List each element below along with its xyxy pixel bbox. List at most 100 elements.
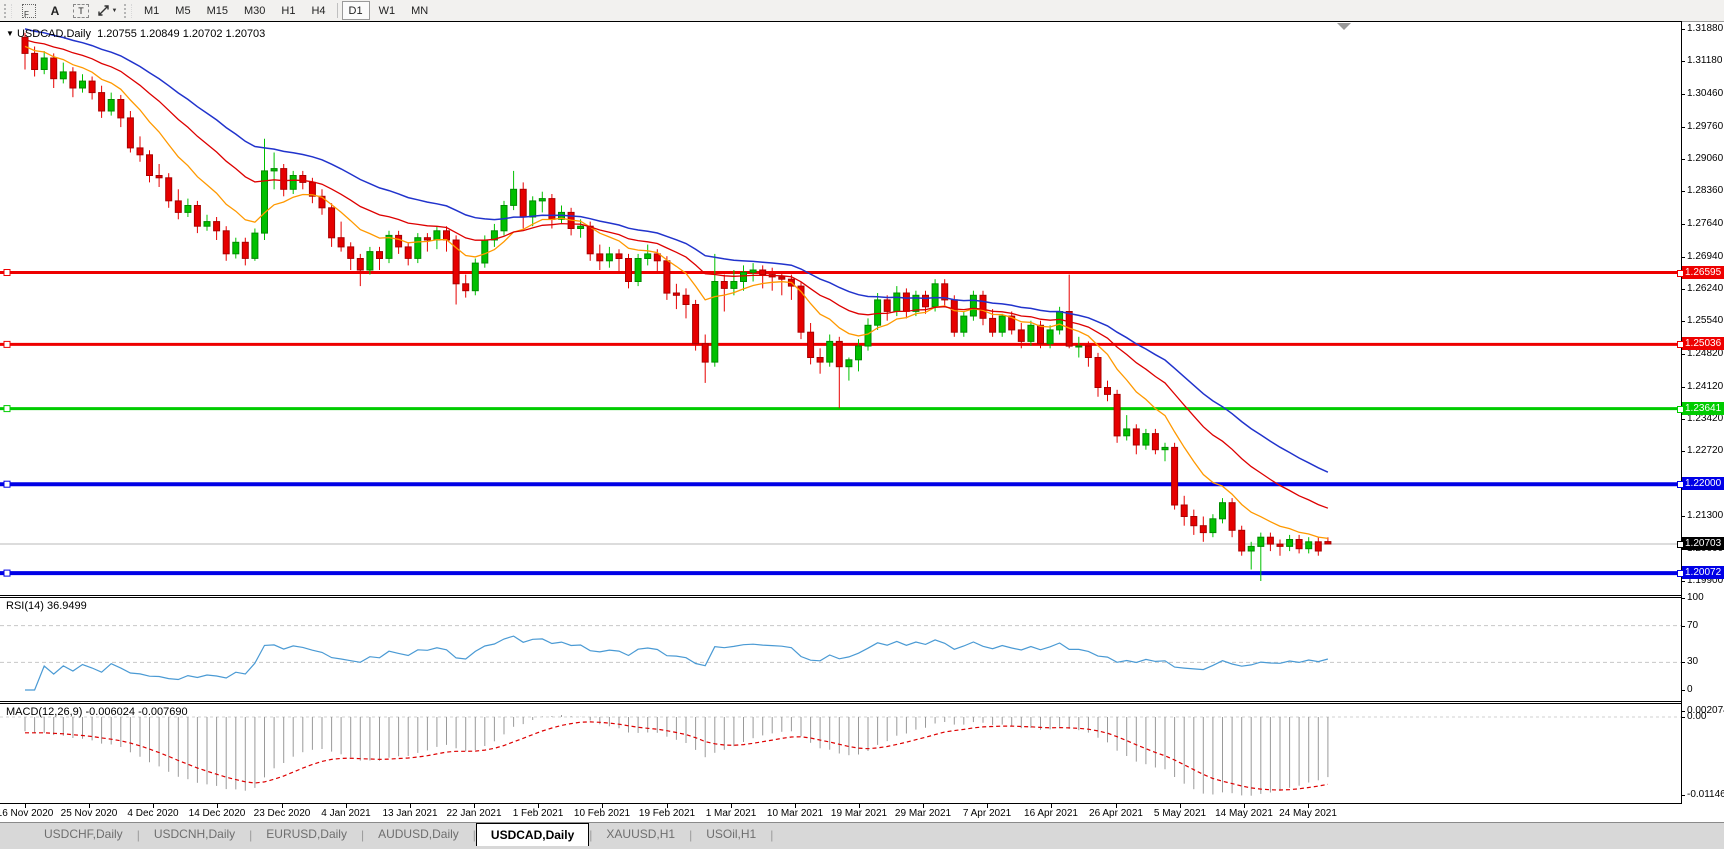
timeframe-button-mn[interactable]: MN xyxy=(404,1,435,20)
axis-tick xyxy=(1681,354,1685,355)
rsi-tick: 70 xyxy=(1687,620,1699,631)
hline-anchor[interactable] xyxy=(3,569,11,577)
badge-anchor[interactable] xyxy=(1677,570,1684,577)
chart-shift-marker-icon[interactable] xyxy=(1337,23,1351,30)
ma-slow-line xyxy=(24,28,1329,473)
price-badge-1.25036[interactable]: 1.25036 xyxy=(1677,337,1724,350)
chart-symbol-label: USDCAD,Daily xyxy=(16,28,91,40)
letter-t-glyph: T xyxy=(73,3,89,18)
hline-anchor[interactable] xyxy=(3,480,11,488)
snap-grid-glyph: F xyxy=(22,3,36,19)
chart-tab-eurusd-daily[interactable]: EURUSD,Daily xyxy=(252,823,361,845)
badge-anchor[interactable] xyxy=(1677,406,1684,413)
toolbar-grip[interactable] xyxy=(4,3,12,18)
rsi-line xyxy=(25,635,1329,691)
snap-grid-icon[interactable]: F xyxy=(17,1,41,21)
axis-tick xyxy=(1681,191,1685,192)
axis-tick xyxy=(1681,581,1685,582)
chart-tab-xauusd-h1[interactable]: XAUUSD,H1 xyxy=(592,823,689,845)
price-tick: 1.22720 xyxy=(1687,445,1724,456)
timeframe-button-h1[interactable]: H1 xyxy=(274,1,302,20)
timeframe-button-m30[interactable]: M30 xyxy=(237,1,272,20)
rsi-tick: 100 xyxy=(1687,592,1704,603)
price-badge-1.22000[interactable]: 1.22000 xyxy=(1677,477,1724,490)
chart-tab-usdcad-daily[interactable]: USDCAD,Daily xyxy=(475,823,590,846)
date-axis[interactable]: 16 Nov 2020 25 Nov 2020 4 Dec 2020 14 Dec 2… xyxy=(0,804,1682,822)
date-label: 24 May 2021 xyxy=(1279,808,1337,819)
price-tick: 1.30460 xyxy=(1687,88,1724,99)
separator xyxy=(0,595,1682,596)
chart-tab-usdchf-daily[interactable]: USDCHF,Daily xyxy=(30,823,137,845)
timeframe-button-m1[interactable]: M1 xyxy=(137,1,166,20)
price-badge-1.20072[interactable]: 1.20072 xyxy=(1677,566,1724,579)
axis-tick xyxy=(1681,626,1685,627)
timeframe-button-m15[interactable]: M15 xyxy=(200,1,235,20)
price-tick: 1.29060 xyxy=(1687,153,1724,164)
toolbar: F A T ▼ M1 M5 M15 M30 H1 H4 D1 W1 MN xyxy=(0,0,1724,22)
price-tick: 1.31880 xyxy=(1687,23,1724,34)
axis-tick xyxy=(1681,387,1685,388)
timeframe-button-h4[interactable]: H4 xyxy=(304,1,332,20)
toolbar-separator xyxy=(336,3,338,18)
mt-terminal-window: F A T ▼ M1 M5 M15 M30 H1 H4 D1 W1 MN ▼ USDCAD,Da… xyxy=(0,0,1724,849)
axis-tick xyxy=(1681,451,1685,452)
chart-tab-usoil-h1[interactable]: USOil,H1 xyxy=(692,823,770,845)
symbol-dropdown-icon[interactable]: ▼ xyxy=(6,29,14,38)
axis-tick xyxy=(1681,321,1685,322)
text-label-icon[interactable]: A xyxy=(43,1,67,21)
hline-anchor[interactable] xyxy=(3,405,11,413)
price-tick: 1.24120 xyxy=(1687,381,1724,392)
timeframe-button-m5[interactable]: M5 xyxy=(168,1,197,20)
macd-tick-min: -0.011462 xyxy=(1687,789,1724,800)
axis-tick xyxy=(1681,795,1685,796)
axis-tick xyxy=(1681,598,1685,599)
chart-title: ▼ USDCAD,Daily 1.20755 1.20849 1.20702 1… xyxy=(6,28,265,40)
price-tick: 1.26940 xyxy=(1687,251,1724,262)
price-tick: 1.31180 xyxy=(1687,55,1723,66)
chart-tab-audusd-daily[interactable]: AUDUSD,Daily xyxy=(364,823,473,845)
toolbar-grip-2[interactable] xyxy=(124,3,132,18)
macd-signal-line xyxy=(25,721,1329,791)
chart-tab-usdcnh-daily[interactable]: USDCNH,Daily xyxy=(140,823,249,845)
axis-tick xyxy=(1681,127,1685,128)
price-tick: 1.21300 xyxy=(1687,510,1724,521)
draw-arrows-icon[interactable]: ▼ xyxy=(95,1,119,21)
hline-anchor[interactable] xyxy=(3,269,11,276)
axis-tick xyxy=(1681,289,1685,290)
rsi-tick: 30 xyxy=(1687,656,1699,667)
current-price-badge[interactable]: 1.20703 xyxy=(1677,537,1724,550)
timeframe-button-w1[interactable]: W1 xyxy=(372,1,403,20)
tab-separator: | xyxy=(770,827,774,842)
badge-anchor[interactable] xyxy=(1677,270,1684,277)
badge-anchor[interactable] xyxy=(1677,541,1684,548)
price-tick: 1.28360 xyxy=(1687,185,1724,196)
axis-tick xyxy=(1681,662,1685,663)
macd-indicator-label: MACD(12,26,9) -0.006024 -0.007690 xyxy=(6,706,188,718)
axis-tick xyxy=(1681,94,1685,95)
axis-tick xyxy=(1681,516,1685,517)
price-tick: 1.29760 xyxy=(1687,121,1724,132)
rsi-tick: 0 xyxy=(1687,684,1693,695)
dropdown-caret-icon: ▼ xyxy=(111,7,118,14)
chart-ohlc-values: 1.20755 1.20849 1.20702 1.20703 xyxy=(97,28,266,40)
axis-tick xyxy=(1681,257,1685,258)
axis-tick xyxy=(1681,419,1685,420)
price-badge-1.23641[interactable]: 1.23641 xyxy=(1677,402,1724,415)
rsi-indicator-canvas[interactable] xyxy=(0,598,1681,701)
price-tick: 1.25540 xyxy=(1687,315,1724,326)
price-tick: 1.26240 xyxy=(1687,283,1724,294)
timeframe-group: M1 M5 M15 M30 H1 H4 D1 W1 MN xyxy=(136,1,436,20)
main-chart-canvas[interactable] xyxy=(0,22,1681,595)
text-box-icon[interactable]: T xyxy=(69,1,93,21)
chart-tab-bar: USDCHF,Daily | USDCNH,Daily | EURUSD,Daily | A… xyxy=(0,822,1724,849)
price-tick: 1.27640 xyxy=(1687,218,1724,229)
badge-anchor[interactable] xyxy=(1677,481,1684,488)
axis-tick xyxy=(1681,224,1685,225)
axis-tick xyxy=(1681,159,1685,160)
macd-indicator-canvas[interactable] xyxy=(0,704,1681,803)
price-badge-1.26595[interactable]: 1.26595 xyxy=(1677,266,1724,279)
timeframe-button-d1[interactable]: D1 xyxy=(341,1,370,20)
badge-anchor[interactable] xyxy=(1677,341,1684,348)
hline-anchor[interactable] xyxy=(3,340,11,348)
axis-tick xyxy=(1681,61,1685,62)
